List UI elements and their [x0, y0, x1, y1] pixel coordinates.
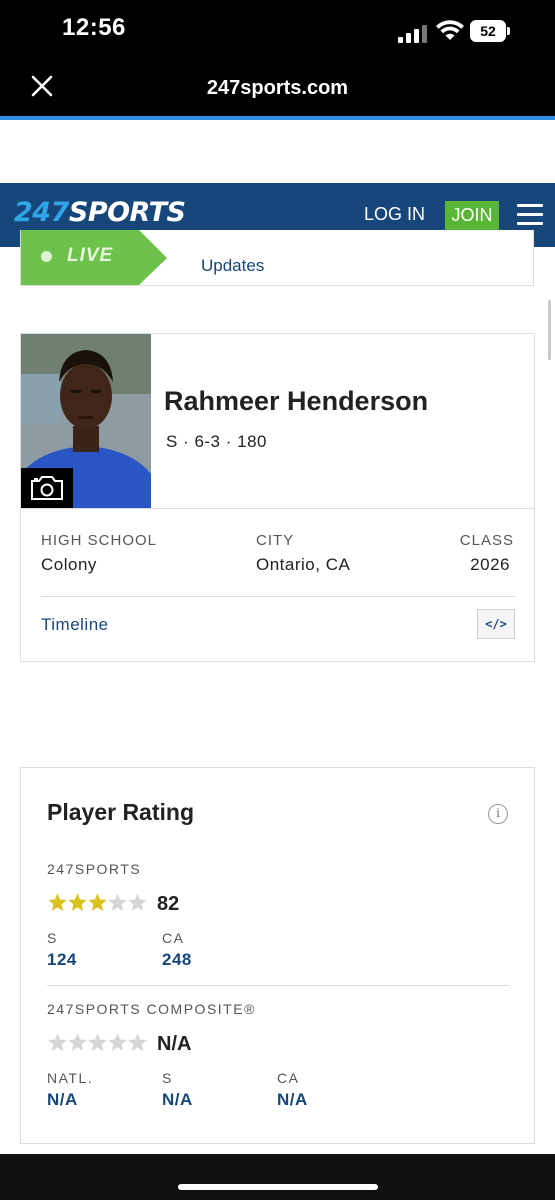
star-empty-icon	[108, 893, 127, 911]
browser-header: 247sports.com	[0, 62, 555, 116]
live-dot-icon	[41, 251, 52, 262]
logo-word: SPORTS	[68, 197, 186, 228]
player-rating-card: Player Rating i 247SPORTS 82 S 124 CA 24…	[20, 767, 535, 1144]
player-position-size: S · 6-3 · 180	[166, 432, 267, 451]
player-photo[interactable]	[21, 334, 151, 508]
national-rank-label: NATL.	[47, 1070, 94, 1086]
247sports-rating-label: 247SPORTS	[47, 861, 142, 877]
player-card: Rahmeer Henderson S · 6-3 · 180 HIGH SCH…	[20, 333, 535, 662]
camera-icon	[31, 476, 63, 500]
site-logo[interactable]: 247SPORTS	[14, 197, 186, 228]
247sports-score: 82	[157, 893, 180, 915]
composite-star-rating	[47, 1032, 147, 1054]
logo-number: 247	[14, 197, 69, 228]
live-badge: LIVE	[21, 230, 167, 285]
cellular-signal-icon	[398, 23, 428, 43]
battery-icon: 52	[470, 20, 506, 42]
composite-rating-label: 247SPORTS COMPOSITE®	[47, 1001, 256, 1017]
live-updates-card[interactable]: LIVE Updates	[20, 230, 534, 286]
timeline-link[interactable]: Timeline	[41, 615, 109, 635]
status-time: 12:56	[62, 14, 126, 41]
battery-tip	[507, 27, 510, 35]
class-value: 2026	[470, 555, 510, 574]
star-empty-icon	[68, 1033, 87, 1051]
star-filled-icon	[48, 893, 67, 911]
embed-code-button[interactable]: </>	[477, 609, 515, 639]
247sports-star-rating	[47, 892, 147, 914]
join-button[interactable]: JOIN	[445, 201, 499, 230]
star-empty-icon	[128, 893, 147, 911]
camera-button[interactable]	[21, 468, 73, 508]
composite-score: N/A	[157, 1033, 192, 1055]
composite-position-rank-value[interactable]: N/A	[162, 1090, 193, 1110]
bottom-bar	[0, 1154, 555, 1200]
state-rank-value[interactable]: 248	[162, 950, 192, 970]
national-rank-value[interactable]: N/A	[47, 1090, 78, 1110]
scroll-indicator	[548, 300, 551, 360]
star-empty-icon	[108, 1033, 127, 1051]
city-label: CITY	[256, 532, 295, 549]
star-empty-icon	[48, 1033, 67, 1051]
position-rank-label: S	[47, 930, 58, 946]
city-value: Ontario, CA	[256, 555, 351, 574]
player-name: Rahmeer Henderson	[164, 386, 429, 416]
composite-state-rank-value[interactable]: N/A	[277, 1090, 308, 1110]
star-filled-icon	[88, 893, 107, 911]
composite-state-rank-label: CA	[277, 1070, 300, 1086]
player-rating-title: Player Rating	[47, 799, 194, 825]
browser-url[interactable]: 247sports.com	[0, 77, 555, 100]
position-rank-value[interactable]: 124	[47, 950, 77, 970]
live-badge-label: LIVE	[67, 245, 114, 266]
star-filled-icon	[68, 893, 87, 911]
live-updates-link[interactable]: Updates	[201, 256, 264, 276]
composite-position-rank-label: S	[162, 1070, 173, 1086]
home-indicator[interactable]	[178, 1184, 378, 1190]
login-link[interactable]: LOG IN	[364, 204, 425, 225]
high-school-label: HIGH SCHOOL	[41, 532, 158, 549]
star-empty-icon	[88, 1033, 107, 1051]
high-school-value: Colony	[41, 555, 97, 574]
class-label: CLASS	[459, 532, 514, 549]
star-empty-icon	[128, 1033, 147, 1051]
status-bar: 12:56 52	[0, 0, 555, 62]
wifi-icon	[436, 20, 464, 40]
state-rank-label: CA	[162, 930, 185, 946]
divider	[41, 596, 515, 597]
divider	[21, 508, 534, 509]
menu-icon[interactable]	[517, 204, 543, 226]
info-icon[interactable]: i	[488, 804, 508, 824]
divider	[47, 985, 509, 986]
page-load-progress	[0, 116, 555, 120]
